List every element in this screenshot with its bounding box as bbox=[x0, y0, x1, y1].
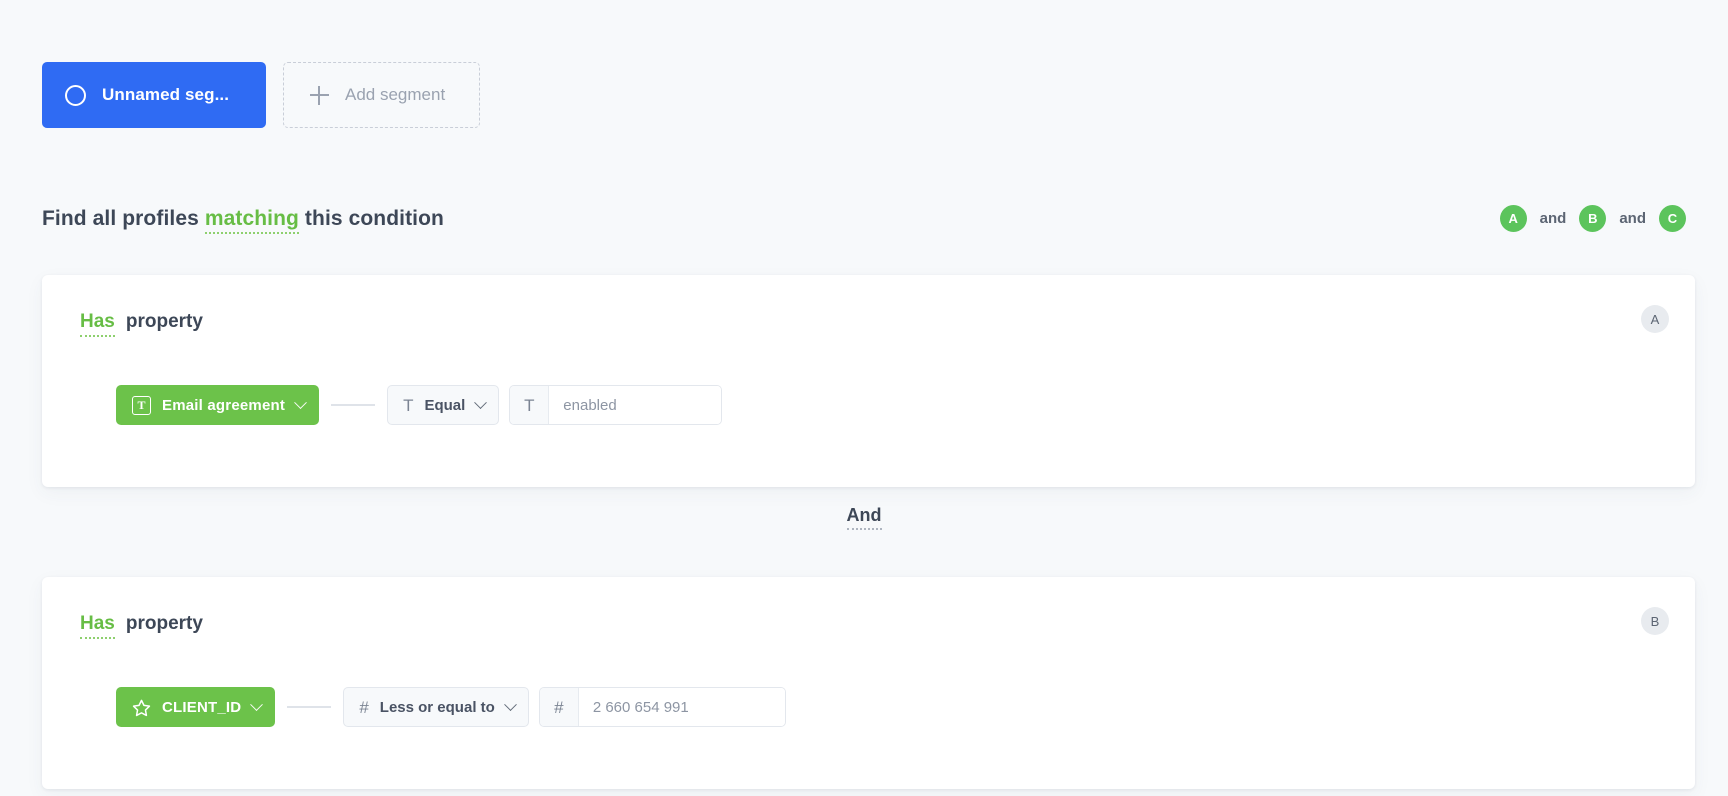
condition-badge-c[interactable]: C bbox=[1659, 205, 1686, 232]
and-divider-label[interactable]: And bbox=[847, 505, 882, 530]
condition-head-a: Has property bbox=[80, 311, 203, 337]
value-input-b[interactable] bbox=[579, 688, 785, 726]
page-title: Find all profiles matching this conditio… bbox=[42, 207, 444, 231]
has-toggle-a[interactable]: Has bbox=[80, 311, 115, 337]
matching-toggle[interactable]: matching bbox=[205, 207, 299, 234]
number-type-icon: # bbox=[554, 699, 563, 716]
connector-line-b bbox=[287, 706, 331, 708]
card-badge-a: A bbox=[1641, 305, 1669, 333]
text-type-icon: T bbox=[132, 396, 151, 415]
connector-line-a bbox=[331, 404, 375, 406]
has-toggle-b[interactable]: Has bbox=[80, 613, 115, 639]
page-title-suffix: this condition bbox=[305, 207, 444, 230]
star-icon bbox=[132, 698, 151, 717]
property-select-b[interactable]: CLIENT_ID bbox=[116, 687, 275, 727]
chevron-down-icon bbox=[294, 396, 307, 409]
operator-select-label-a: Equal bbox=[424, 397, 465, 414]
condition-badge-a[interactable]: A bbox=[1500, 205, 1527, 232]
segment-tab-active[interactable]: Unnamed seg... bbox=[42, 62, 266, 128]
condition-head-label-b: property bbox=[126, 613, 203, 635]
operator-select-a[interactable]: T Equal bbox=[387, 385, 499, 425]
property-select-label-a: Email agreement bbox=[162, 397, 285, 414]
chevron-down-icon bbox=[504, 698, 517, 711]
condition-head-b: Has property bbox=[80, 613, 203, 639]
add-segment-label: Add segment bbox=[345, 85, 445, 105]
condition-controls-b: CLIENT_ID # Less or equal to # bbox=[116, 687, 786, 727]
chevron-down-icon bbox=[474, 396, 487, 409]
text-type-icon: T bbox=[403, 397, 413, 414]
condition-title-row: Find all profiles matching this conditio… bbox=[42, 205, 1686, 232]
segment-bar: Unnamed seg... Add segment bbox=[42, 62, 480, 128]
segment-tab-label: Unnamed seg... bbox=[102, 85, 229, 105]
operator-select-b[interactable]: # Less or equal to bbox=[343, 687, 529, 727]
condition-head-label-a: property bbox=[126, 311, 203, 333]
property-select-a[interactable]: T Email agreement bbox=[116, 385, 319, 425]
property-select-label-b: CLIENT_ID bbox=[162, 699, 241, 716]
badge-separator-1: and bbox=[1540, 210, 1567, 227]
value-field-group-b: # bbox=[539, 687, 786, 727]
add-segment-button[interactable]: Add segment bbox=[283, 62, 480, 128]
text-type-icon: T bbox=[524, 397, 534, 414]
condition-card-a: Has property A T Email agreement T Equal… bbox=[42, 275, 1695, 487]
condition-card-b: Has property B CLIENT_ID # Less or equal… bbox=[42, 577, 1695, 789]
and-divider: And bbox=[0, 505, 1728, 526]
condition-badge-row: A and B and C bbox=[1500, 205, 1686, 232]
condition-badge-b[interactable]: B bbox=[1579, 205, 1606, 232]
value-field-group-a: T bbox=[509, 385, 722, 425]
page-title-prefix: Find all profiles bbox=[42, 207, 199, 230]
value-input-a[interactable] bbox=[549, 386, 721, 424]
value-type-prefix-a: T bbox=[510, 386, 549, 424]
number-type-icon: # bbox=[359, 699, 368, 716]
operator-select-label-b: Less or equal to bbox=[380, 699, 495, 716]
card-badge-b: B bbox=[1641, 607, 1669, 635]
condition-controls-a: T Email agreement T Equal T bbox=[116, 385, 722, 425]
badge-separator-2: and bbox=[1619, 210, 1646, 227]
plus-icon bbox=[310, 86, 329, 105]
chevron-down-icon bbox=[250, 698, 263, 711]
value-type-prefix-b: # bbox=[540, 688, 579, 726]
circle-icon bbox=[65, 85, 86, 106]
